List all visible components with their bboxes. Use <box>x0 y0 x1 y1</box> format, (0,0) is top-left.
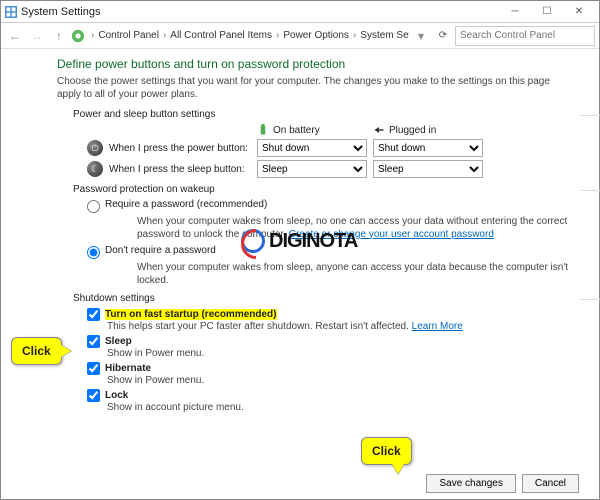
callout-save-changes: Click <box>361 437 412 465</box>
plugged-icon <box>373 124 385 136</box>
content-area: Define power buttons and turn on passwor… <box>1 49 599 424</box>
section-shutdown: Shutdown settings <box>73 293 575 304</box>
sleep-battery-select[interactable]: Sleep <box>257 160 367 178</box>
sleep-checkbox[interactable]: Sleep <box>87 335 575 348</box>
crumb-3[interactable]: System Settings <box>360 30 409 41</box>
toolbar: ← → ↑ › Control Panel› All Control Panel… <box>1 23 599 49</box>
section-power-sleep: Power and sleep button settings <box>73 109 575 120</box>
history-dropdown[interactable]: ▾ <box>411 26 431 46</box>
minimize-button[interactable]: ─ <box>499 1 531 23</box>
crumb-2[interactable]: Power Options <box>283 30 349 41</box>
account-password-link[interactable]: Create or change your user account passw… <box>289 229 494 240</box>
sleep-plugged-select[interactable]: Sleep <box>373 160 483 178</box>
hibernate-checkbox[interactable]: Hibernate <box>87 362 575 375</box>
fast-startup-checkbox[interactable]: Turn on fast startup (recommended) <box>87 308 575 321</box>
power-plugged-select[interactable]: Shut down <box>373 139 483 157</box>
hibernate-desc: Show in Power menu. <box>107 375 575 386</box>
search-input[interactable] <box>455 26 595 46</box>
section-password: Password protection on wakeup <box>73 184 575 195</box>
page-heading: Define power buttons and turn on passwor… <box>57 57 575 71</box>
control-panel-icon <box>71 29 85 43</box>
back-button[interactable]: ← <box>5 26 25 46</box>
dont-require-password-desc: When your computer wakes from sleep, any… <box>137 262 575 287</box>
titlebar: System Settings ─ ☐ ✕ <box>1 1 599 23</box>
window-title: System Settings <box>21 6 499 18</box>
app-icon <box>5 6 17 18</box>
sleep-desc: Show in Power menu. <box>107 348 575 359</box>
callout-fast-startup: Click <box>11 337 62 365</box>
crumb-0[interactable]: Control Panel <box>98 30 159 41</box>
learn-more-link[interactable]: Learn More <box>412 321 463 332</box>
power-button-label: When I press the power button: <box>109 143 248 154</box>
refresh-button[interactable]: ⟳ <box>433 26 453 46</box>
battery-icon <box>257 124 269 136</box>
power-battery-select[interactable]: Shut down <box>257 139 367 157</box>
close-button[interactable]: ✕ <box>563 1 595 23</box>
up-button[interactable]: ↑ <box>49 26 69 46</box>
require-password-radio[interactable]: Require a password (recommended) <box>87 199 575 213</box>
lock-checkbox[interactable]: Lock <box>87 389 575 402</box>
col-battery: On battery <box>273 125 320 136</box>
cancel-button[interactable]: Cancel <box>522 474 579 493</box>
power-icon: ⏻ <box>87 140 103 156</box>
forward-button[interactable]: → <box>27 26 47 46</box>
page-description: Choose the power settings that you want … <box>57 75 575 101</box>
fast-startup-desc: This helps start your PC faster after sh… <box>107 321 575 332</box>
save-changes-button[interactable]: Save changes <box>426 474 515 493</box>
maximize-button[interactable]: ☐ <box>531 1 563 23</box>
crumb-1[interactable]: All Control Panel Items <box>170 30 272 41</box>
lock-desc: Show in account picture menu. <box>107 402 575 413</box>
sleep-button-label: When I press the sleep button: <box>109 164 245 175</box>
sleep-icon: ☾ <box>87 161 103 177</box>
col-plugged: Plugged in <box>389 125 436 136</box>
breadcrumb[interactable]: › Control Panel› All Control Panel Items… <box>87 30 409 41</box>
dont-require-password-radio[interactable]: Don't require a password <box>87 245 575 259</box>
require-password-desc: When your computer wakes from sleep, no … <box>137 216 575 241</box>
